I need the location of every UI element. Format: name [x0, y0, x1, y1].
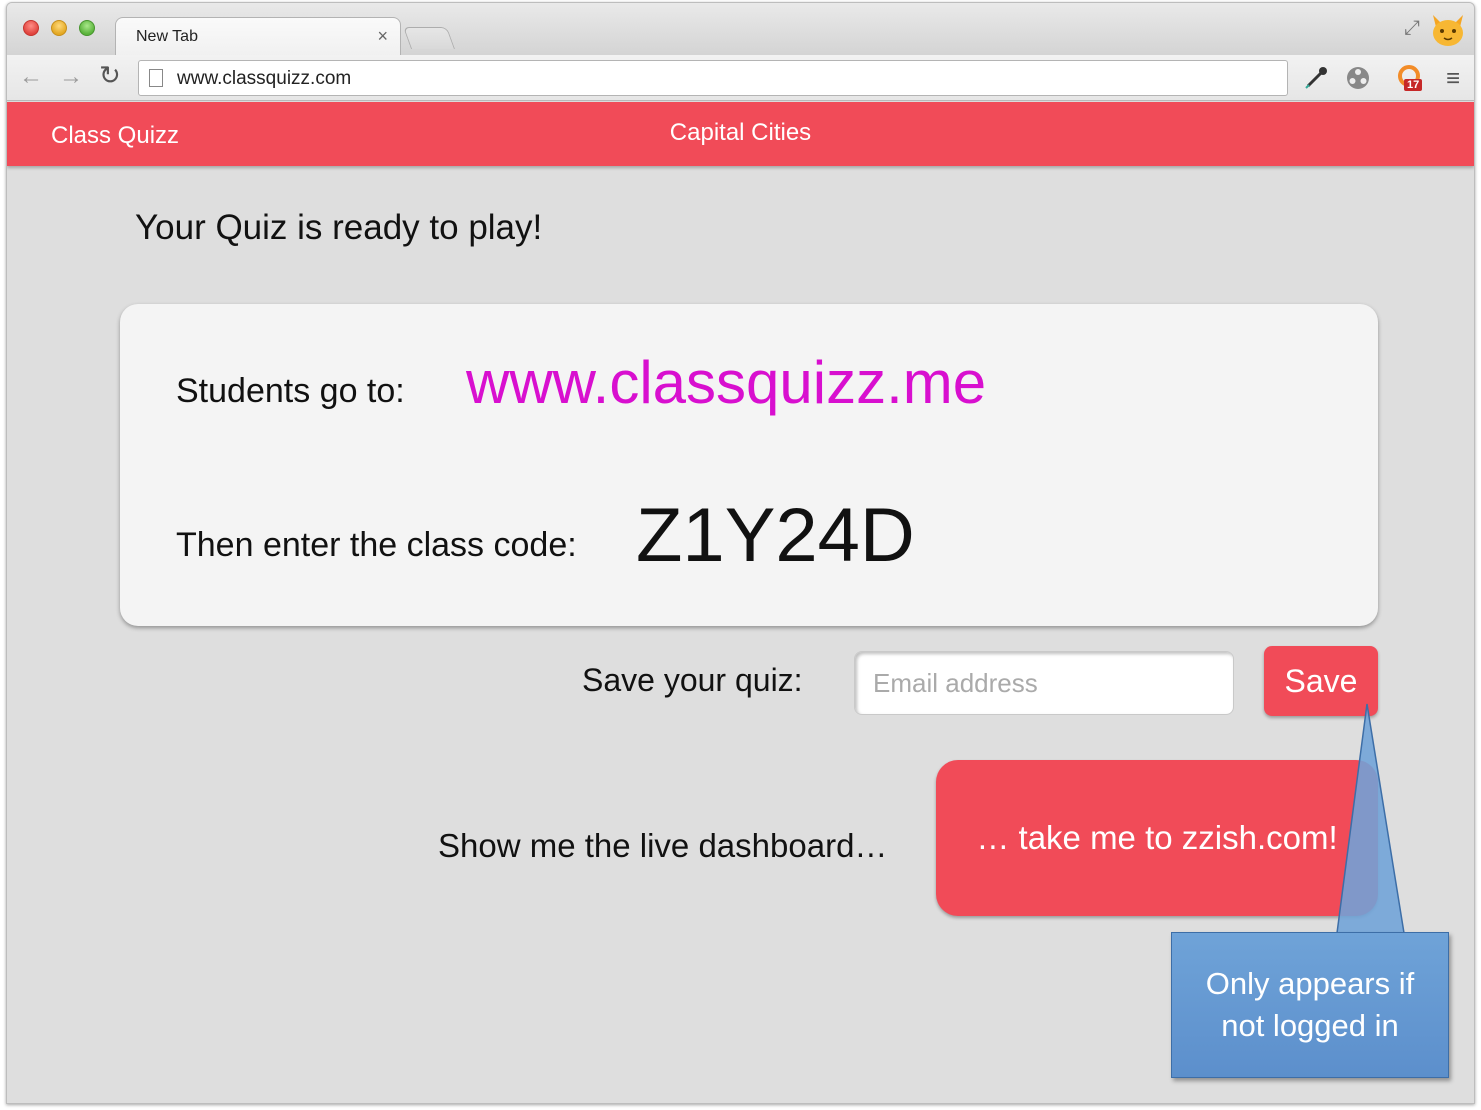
extension-badge-count: 17: [1404, 79, 1423, 91]
minimize-window-button[interactable]: [51, 20, 67, 36]
annotation-text: Only appears if not logged in: [1205, 966, 1415, 1043]
browser-tab[interactable]: New Tab ×: [115, 17, 401, 57]
back-arrow-icon[interactable]: ←: [19, 63, 43, 91]
students-label: Students go to:: [176, 372, 405, 410]
cat-avatar-icon[interactable]: [1428, 9, 1468, 49]
browser-toolbar: ← → ↻ www.classquizz.com 17 ≡: [7, 55, 1474, 101]
close-window-button[interactable]: [23, 20, 39, 36]
join-instructions-card: Students go to: www.classquizz.me Then e…: [120, 304, 1378, 626]
fullscreen-icon[interactable]: ⤢: [1404, 17, 1420, 40]
new-tab-button[interactable]: [402, 27, 456, 49]
forward-arrow-icon[interactable]: →: [59, 63, 83, 91]
notification-extension-icon[interactable]: 17: [1396, 64, 1424, 92]
address-bar-url[interactable]: www.classquizz.com: [177, 68, 351, 90]
page-icon: [149, 69, 163, 87]
address-bar[interactable]: www.classquizz.com: [138, 60, 1288, 96]
zzish-dashboard-button[interactable]: … take me to zzish.com!: [936, 760, 1378, 916]
zoom-window-button[interactable]: [79, 20, 95, 36]
hamburger-menu-icon[interactable]: ≡: [1446, 65, 1460, 93]
dashboard-label: Show me the live dashboard…: [438, 827, 888, 864]
film-reel-extension-icon[interactable]: [1344, 64, 1372, 92]
tab-strip: New Tab × ⤢: [7, 3, 1474, 57]
class-code: Z1Y24D: [636, 493, 915, 578]
class-code-label: Then enter the class code:: [176, 526, 577, 564]
app-header: Class Quizz Capital Cities: [7, 102, 1474, 166]
ready-message: Your Quiz is ready to play!: [135, 208, 543, 247]
quiz-title: Capital Cities: [669, 119, 812, 146]
browser-window: New Tab × ⤢ ← → ↻ www.classquizz.com 17 …: [6, 2, 1475, 1104]
tab-title: New Tab: [136, 28, 198, 45]
email-field[interactable]: [854, 651, 1234, 715]
main-content: Your Quiz is ready to play! Students go …: [7, 166, 1474, 1103]
students-url: www.classquizz.me: [466, 349, 987, 416]
annotation-callout: Only appears if not logged in: [1171, 932, 1449, 1078]
annotation-callout-pointer: [1336, 703, 1405, 934]
reload-icon[interactable]: ↻: [99, 60, 121, 91]
save-quiz-label: Save your quiz:: [582, 662, 803, 698]
eyedropper-extension-icon[interactable]: [1302, 64, 1330, 92]
tab-close-icon[interactable]: ×: [377, 26, 388, 47]
